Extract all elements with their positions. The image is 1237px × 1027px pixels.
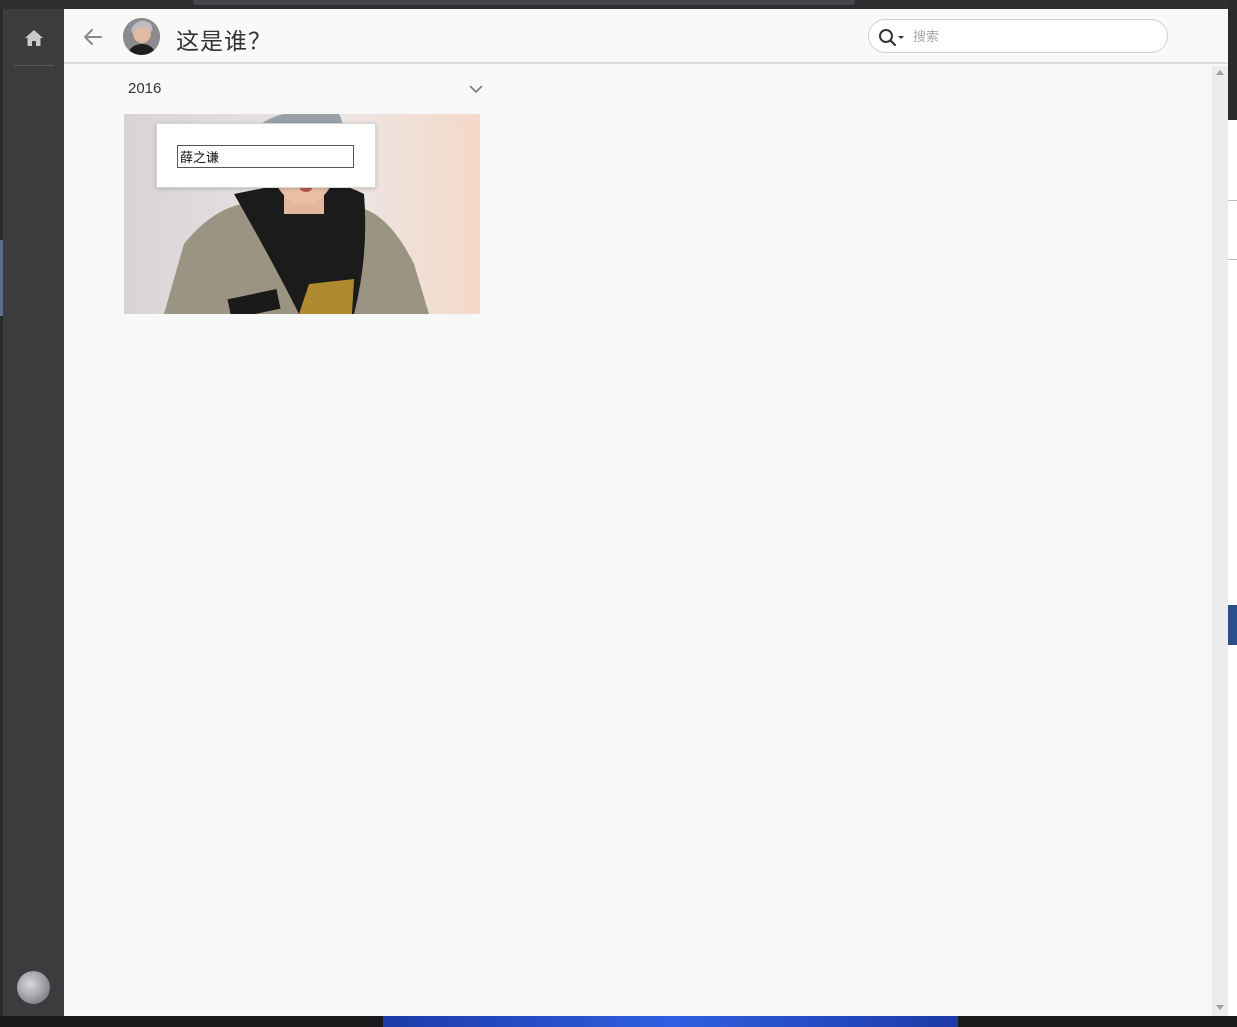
search-box[interactable] (868, 19, 1168, 53)
background-window-right-edge (1228, 0, 1237, 1016)
browser-tab-strip (193, 0, 855, 5)
person-avatar (123, 18, 160, 55)
date-group-label: 2016 (128, 80, 162, 97)
name-tag-popover (156, 123, 376, 188)
back-arrow-icon[interactable] (80, 24, 106, 50)
search-icon[interactable] (878, 27, 906, 47)
home-icon[interactable] (22, 27, 46, 49)
search-input[interactable] (913, 26, 1153, 48)
scroll-down-icon[interactable] (1216, 1005, 1224, 1010)
page-title: 这是谁？ (176, 29, 272, 55)
user-avatar[interactable] (17, 971, 50, 1004)
page-header: 这是谁？ (64, 9, 1228, 64)
chevron-down-icon[interactable] (467, 82, 485, 96)
photos-window: 这是谁？ 2016 (64, 9, 1228, 1016)
scroll-up-icon[interactable] (1216, 70, 1224, 75)
sidebar-divider (14, 65, 54, 66)
vertical-scrollbar[interactable] (1212, 66, 1228, 1016)
app-sidebar (3, 9, 64, 1016)
caret-down-icon (898, 36, 904, 39)
taskbar-strip (0, 1016, 1237, 1027)
wallpaper-fragment (383, 1016, 958, 1027)
photo-content-area: 2016 (64, 66, 1212, 1016)
person-name-input[interactable] (177, 145, 354, 168)
desktop-top-strip (0, 0, 1237, 9)
